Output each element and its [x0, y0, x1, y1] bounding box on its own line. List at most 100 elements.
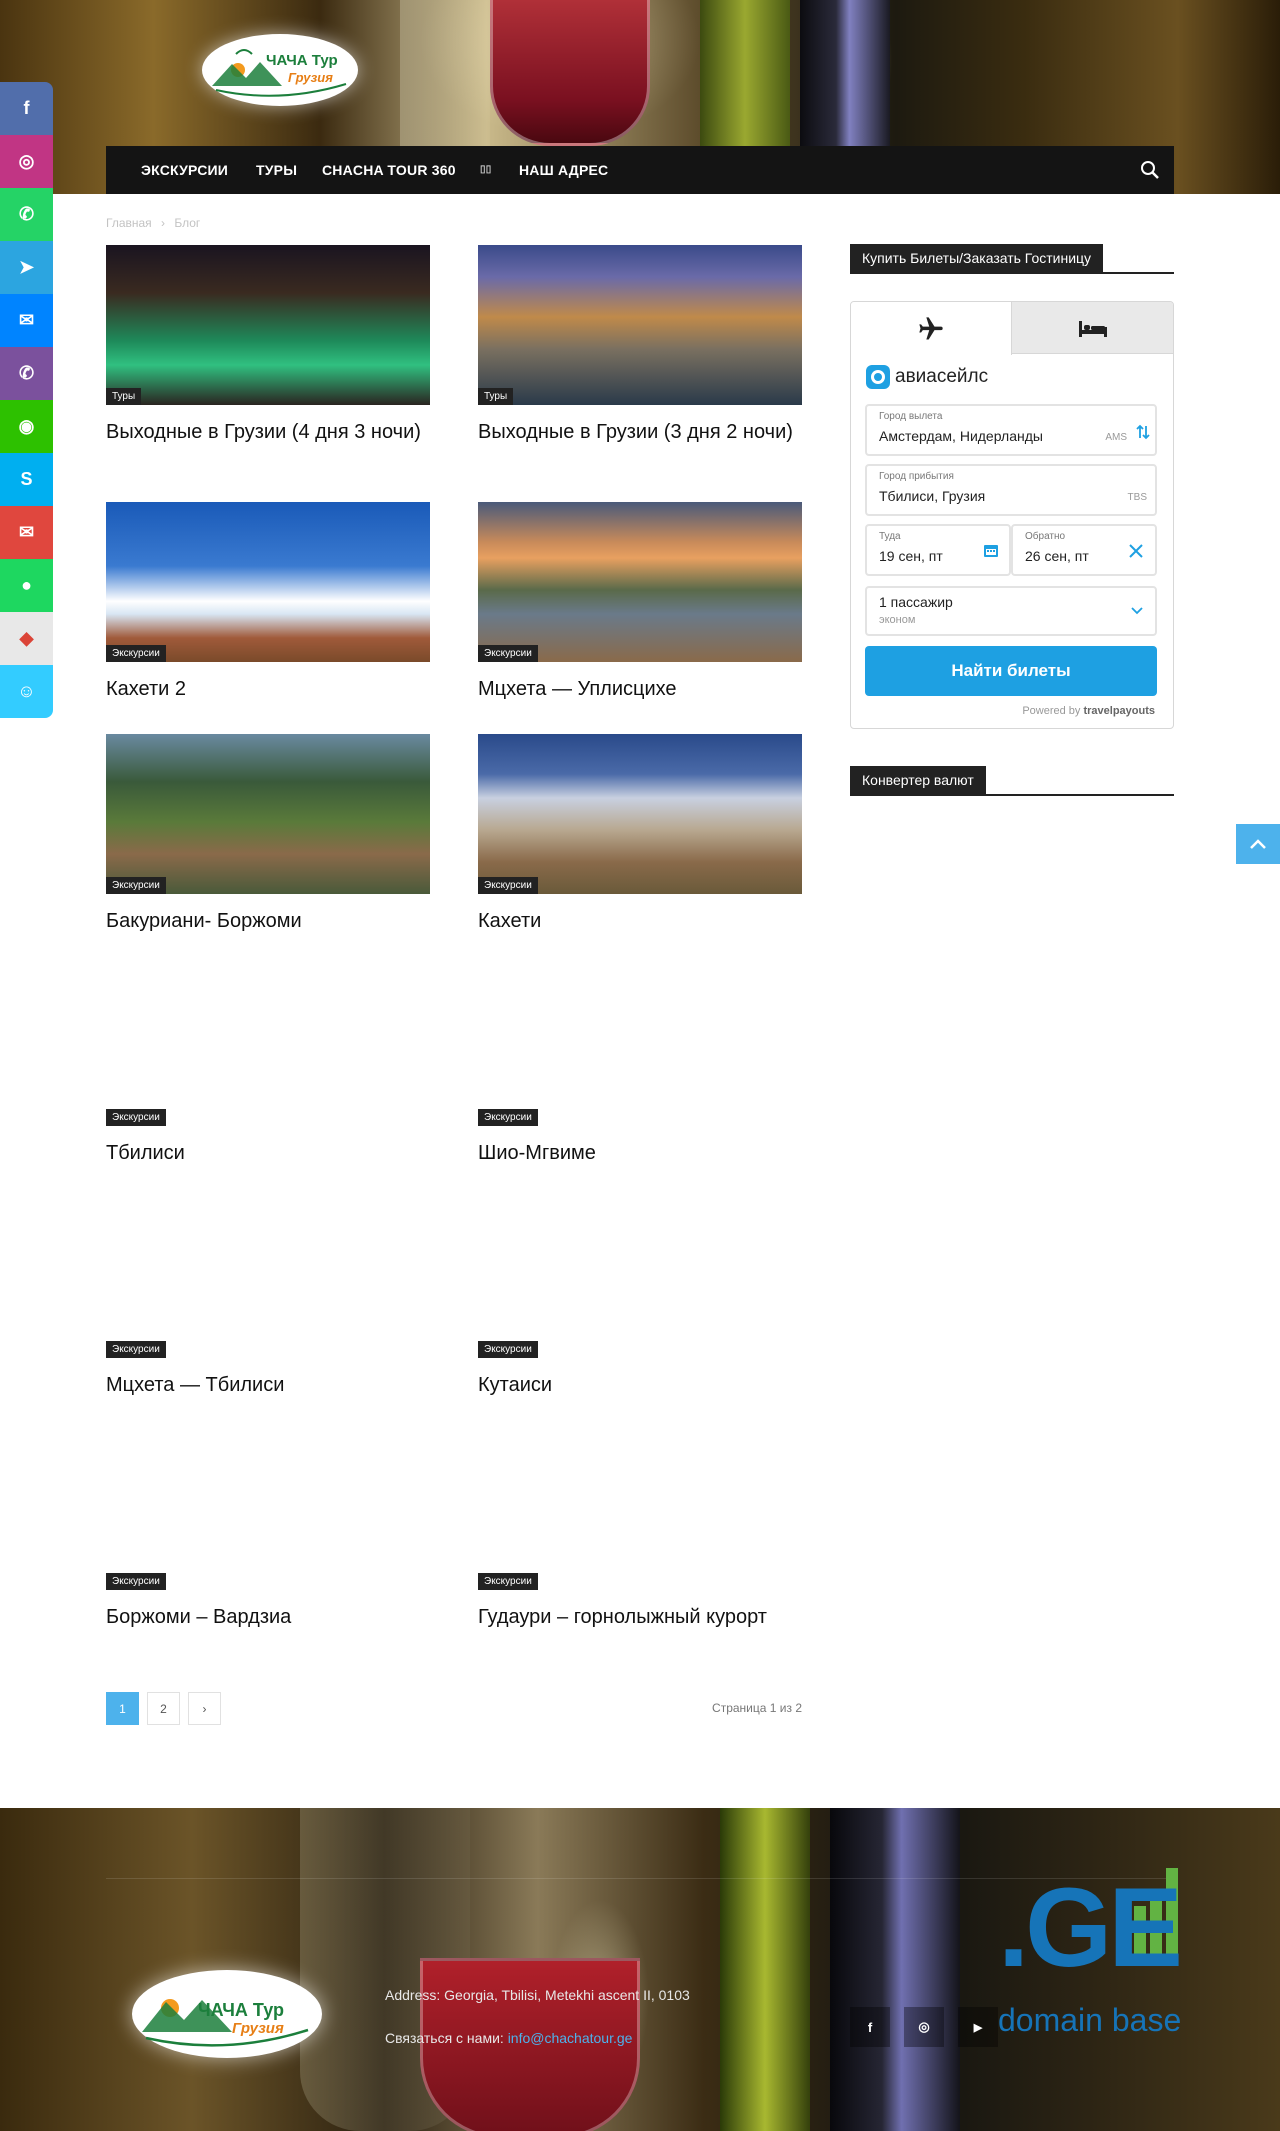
post-title[interactable]: Выходные в Грузии (4 дня 3 ночи) — [106, 419, 430, 445]
widget-title-converter-text: Конвертер валют — [850, 766, 986, 794]
post-thumbnail[interactable]: Экскурсии — [106, 502, 430, 662]
post-category-badge[interactable]: Экскурсии — [106, 1109, 166, 1126]
post-thumbnail[interactable]: Экскурсии — [478, 734, 802, 894]
post-category-badge[interactable]: Экскурсии — [106, 645, 166, 662]
footer-facebook-icon[interactable]: f — [850, 2007, 890, 2047]
origin-value: Амстердам, Нидерланды — [879, 428, 1043, 444]
close-icon[interactable] — [1127, 542, 1145, 560]
post-title[interactable]: Кахети 2 — [106, 676, 430, 702]
location-icon[interactable]: ● — [0, 559, 53, 612]
post-title[interactable]: Мцхета — Уплисцихе — [478, 676, 802, 702]
post-thumbnail[interactable]: Экскурсии — [478, 1198, 802, 1358]
post-title[interactable]: Мцхета — Тбилиси — [106, 1372, 430, 1398]
aviasales-brand-text: авиасейлс — [895, 366, 989, 387]
return-date-field[interactable]: Обратно 26 сен, пт — [1011, 524, 1157, 576]
post-category-badge[interactable]: Экскурсии — [478, 645, 538, 662]
post-thumbnail[interactable]: Экскурсии — [106, 1430, 430, 1590]
post-category-badge[interactable]: Экскурсии — [478, 1573, 538, 1590]
pagination-next-button[interactable]: › — [188, 1692, 221, 1725]
search-tickets-button[interactable]: Найти билеты — [865, 646, 1157, 696]
breadcrumb-home[interactable]: Главная — [106, 216, 152, 230]
post-thumbnail[interactable]: Туры — [478, 245, 802, 405]
origin-code: AMS — [1105, 432, 1127, 443]
messenger-icon[interactable]: ✉ — [0, 294, 53, 347]
post-card[interactable]: Экскурсии Мцхета — Тбилиси — [106, 1198, 430, 1398]
passengers-field[interactable]: 1 пассажир эконом — [865, 586, 1157, 636]
tab-hotels[interactable] — [1012, 302, 1173, 354]
footer-logo[interactable]: ЧАЧА Тур Грузия — [132, 1970, 322, 2058]
post-thumbnail[interactable]: Экскурсии — [478, 502, 802, 662]
waze-icon[interactable]: ☺ — [0, 665, 53, 718]
post-thumbnail[interactable]: Экскурсии — [106, 966, 430, 1126]
post-title[interactable]: Шио-Мгвиме — [478, 1140, 802, 1166]
post-card[interactable]: Экскурсии Гудаури – горнолыжный курорт — [478, 1430, 802, 1630]
depart-date-field[interactable]: Туда 19 сен, пт — [865, 524, 1011, 576]
post-thumbnail[interactable]: Туры — [106, 245, 430, 405]
pagination-page-1[interactable]: 1 — [106, 1692, 139, 1725]
swap-icon[interactable] — [1135, 424, 1151, 440]
ge-domain-badge[interactable]: .GE domain base — [998, 1868, 1198, 2039]
site-logo[interactable]: ЧАЧА Тур Грузия — [202, 34, 358, 106]
powered-by-brand[interactable]: travelpayouts — [1083, 705, 1155, 717]
nav-item-chacha-tour-360[interactable]: CHACHA TOUR 360 — [322, 146, 456, 194]
footer-youtube-icon[interactable]: ▶ — [958, 2007, 998, 2047]
post-category-badge[interactable]: Экскурсии — [478, 1109, 538, 1126]
post-title[interactable]: Выходные в Грузии (3 дня 2 ночи) — [478, 419, 802, 445]
post-card[interactable]: Экскурсии Бакуриани- Боржоми — [106, 734, 430, 934]
search-icon[interactable] — [1140, 160, 1160, 180]
post-card[interactable]: Экскурсии Тбилиси — [106, 966, 430, 1166]
instagram-icon[interactable]: ◎ — [0, 135, 53, 188]
pagination-page-2[interactable]: 2 — [147, 1692, 180, 1725]
post-card[interactable]: Экскурсии Кахети 2 — [106, 502, 430, 702]
nav-item-excursions[interactable]: ЭКСКУРСИИ — [141, 146, 228, 194]
origin-label: Город вылета — [879, 411, 943, 422]
post-category-badge[interactable]: Экскурсии — [106, 1573, 166, 1590]
post-title[interactable]: Гудаури – горнолыжный курорт — [478, 1604, 802, 1630]
whatsapp-icon[interactable]: ✆ — [0, 188, 53, 241]
post-category-badge[interactable]: Экскурсии — [478, 1341, 538, 1358]
facebook-icon[interactable]: f — [0, 82, 53, 135]
post-title[interactable]: Кахети — [478, 908, 802, 934]
post-card[interactable]: Экскурсии Боржоми – Вардзиа — [106, 1430, 430, 1630]
post-thumbnail[interactable]: Экскурсии — [478, 1430, 802, 1590]
post-card[interactable]: Экскурсии Шио-Мгвиме — [478, 966, 802, 1166]
tab-flights[interactable] — [851, 302, 1012, 355]
telegram-icon[interactable]: ➤ — [0, 241, 53, 294]
wechat-icon[interactable]: ◉ — [0, 400, 53, 453]
aviasales-icon — [866, 365, 890, 389]
post-title[interactable]: Кутаиси — [478, 1372, 802, 1398]
post-category-badge[interactable]: Экскурсии — [106, 1341, 166, 1358]
viber-icon[interactable]: ✆ — [0, 347, 53, 400]
footer-instagram-icon[interactable]: ◎ — [904, 2007, 944, 2047]
post-category-badge[interactable]: Туры — [106, 388, 142, 405]
post-title[interactable]: Бакуриани- Боржоми — [106, 908, 430, 934]
post-thumbnail[interactable]: Экскурсии — [106, 1198, 430, 1358]
email-icon[interactable]: ✉ — [0, 506, 53, 559]
post-card[interactable]: Экскурсии Кахети — [478, 734, 802, 934]
skype-icon[interactable]: S — [0, 453, 53, 506]
post-category-badge[interactable]: Экскурсии — [106, 877, 166, 894]
post-card[interactable]: Туры Выходные в Грузии (3 дня 2 ночи) — [478, 245, 802, 445]
chevron-down-icon — [1131, 607, 1143, 615]
post-category-badge[interactable]: Туры — [478, 388, 514, 405]
post-card[interactable]: Экскурсии Мцхета — Уплисцихе — [478, 502, 802, 702]
chevron-up-icon — [1250, 839, 1266, 849]
back-to-top-button[interactable] — [1236, 824, 1280, 864]
origin-field[interactable]: Город вылета Амстердам, Нидерланды AMS — [865, 404, 1157, 456]
nav-item-tours[interactable]: ТУРЫ — [256, 146, 297, 194]
post-title[interactable]: Тбилиси — [106, 1140, 430, 1166]
post-title[interactable]: Боржоми – Вардзиа — [106, 1604, 430, 1630]
footer-email-link[interactable]: info@chachatour.ge — [508, 2030, 633, 2046]
post-thumbnail[interactable]: Экскурсии — [478, 966, 802, 1126]
post-card[interactable]: Экскурсии Кутаиси — [478, 1198, 802, 1398]
destination-field[interactable]: Город прибытия Тбилиси, Грузия TBS — [865, 464, 1157, 516]
breadcrumb-current: Блог — [174, 216, 201, 230]
post-thumbnail[interactable]: Экскурсии — [106, 734, 430, 894]
return-label: Обратно — [1025, 531, 1066, 542]
google-maps-icon[interactable]: ◆ — [0, 612, 53, 665]
breadcrumb: Главная › Блог — [106, 216, 206, 230]
nav-item-our-address[interactable]: НАШ АДРЕС — [519, 146, 608, 194]
nav-item-unknown[interactable]: ▯▯ — [480, 146, 491, 194]
post-card[interactable]: Туры Выходные в Грузии (4 дня 3 ночи) — [106, 245, 430, 445]
post-category-badge[interactable]: Экскурсии — [478, 877, 538, 894]
